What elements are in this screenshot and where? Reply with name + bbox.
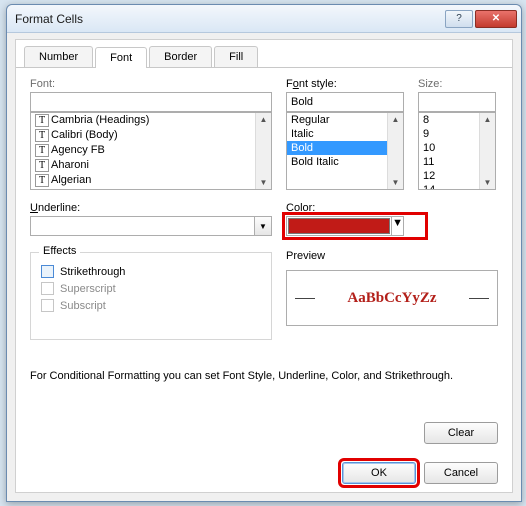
checkbox-icon <box>41 265 54 278</box>
ok-button[interactable]: OK <box>342 462 416 484</box>
tab-font[interactable]: Font <box>95 47 147 68</box>
checkbox-icon <box>41 299 54 312</box>
superscript-checkbox: Superscript <box>41 282 261 295</box>
list-item: TAgency FB <box>31 143 271 158</box>
tab-strip: Number Font Border Fill <box>16 40 512 68</box>
font-list[interactable]: TCambria (Headings) TCalibri (Body) TAge… <box>30 112 272 190</box>
effects-legend: Effects <box>39 245 80 257</box>
chevron-down-icon: ▼ <box>391 217 403 235</box>
fontstyle-list[interactable]: Regular Italic Bold Bold Italic ▲▼ <box>286 112 404 190</box>
tab-border[interactable]: Border <box>149 46 212 67</box>
fontstyle-input[interactable] <box>286 92 404 112</box>
size-label: Size: <box>418 78 496 90</box>
tab-fill[interactable]: Fill <box>214 46 258 67</box>
title-bar[interactable]: Format Cells ? ✕ <box>7 5 521 33</box>
color-swatch <box>288 218 390 234</box>
list-item: Regular <box>287 113 403 127</box>
window-title: Format Cells <box>15 12 83 26</box>
list-item: TCalibri (Body) <box>31 128 271 143</box>
checkbox-icon <box>41 282 54 295</box>
strikethrough-checkbox[interactable]: Strikethrough <box>41 265 261 278</box>
list-item: TCambria (Headings) <box>31 113 271 128</box>
dialog-body: Number Font Border Fill Font: TCambria (… <box>15 39 513 493</box>
size-list[interactable]: 8 9 10 11 12 14 ▲▼ <box>418 112 496 190</box>
list-item: TAlgerian <box>31 173 271 188</box>
font-input[interactable] <box>30 92 272 112</box>
format-cells-dialog: Format Cells ? ✕ Number Font Border Fill… <box>6 4 522 502</box>
help-button[interactable]: ? <box>445 10 473 28</box>
color-label: Color: <box>286 202 424 214</box>
preview-label: Preview <box>286 250 498 262</box>
font-label: Font: <box>30 78 272 90</box>
list-item: Bold Italic <box>287 155 403 169</box>
close-button[interactable]: ✕ <box>475 10 517 28</box>
effects-group: Effects Strikethrough Superscript Subscr… <box>30 252 272 340</box>
size-input[interactable] <box>418 92 496 112</box>
clear-button[interactable]: Clear <box>424 422 498 444</box>
scrollbar[interactable]: ▲▼ <box>479 113 495 189</box>
list-item: TAharoni <box>31 158 271 173</box>
list-item: Italic <box>287 127 403 141</box>
list-item: TAndalus <box>31 188 271 190</box>
underline-label: Underline: <box>30 202 272 214</box>
chevron-down-icon: ▼ <box>254 216 272 236</box>
tab-number[interactable]: Number <box>24 46 93 67</box>
color-picker[interactable]: ▼ <box>286 216 404 236</box>
preview-area: AaBbCcYyZz <box>286 270 498 326</box>
cancel-button[interactable]: Cancel <box>424 462 498 484</box>
subscript-checkbox: Subscript <box>41 299 261 312</box>
scrollbar[interactable]: ▲▼ <box>255 113 271 189</box>
list-item: Bold <box>287 141 403 155</box>
preview-sample: AaBbCcYyZz <box>347 290 436 307</box>
info-text: For Conditional Formatting you can set F… <box>30 370 498 382</box>
fontstyle-label: Font style: <box>286 78 404 90</box>
scrollbar[interactable]: ▲▼ <box>387 113 403 189</box>
underline-combo[interactable]: ▼ <box>30 216 272 236</box>
